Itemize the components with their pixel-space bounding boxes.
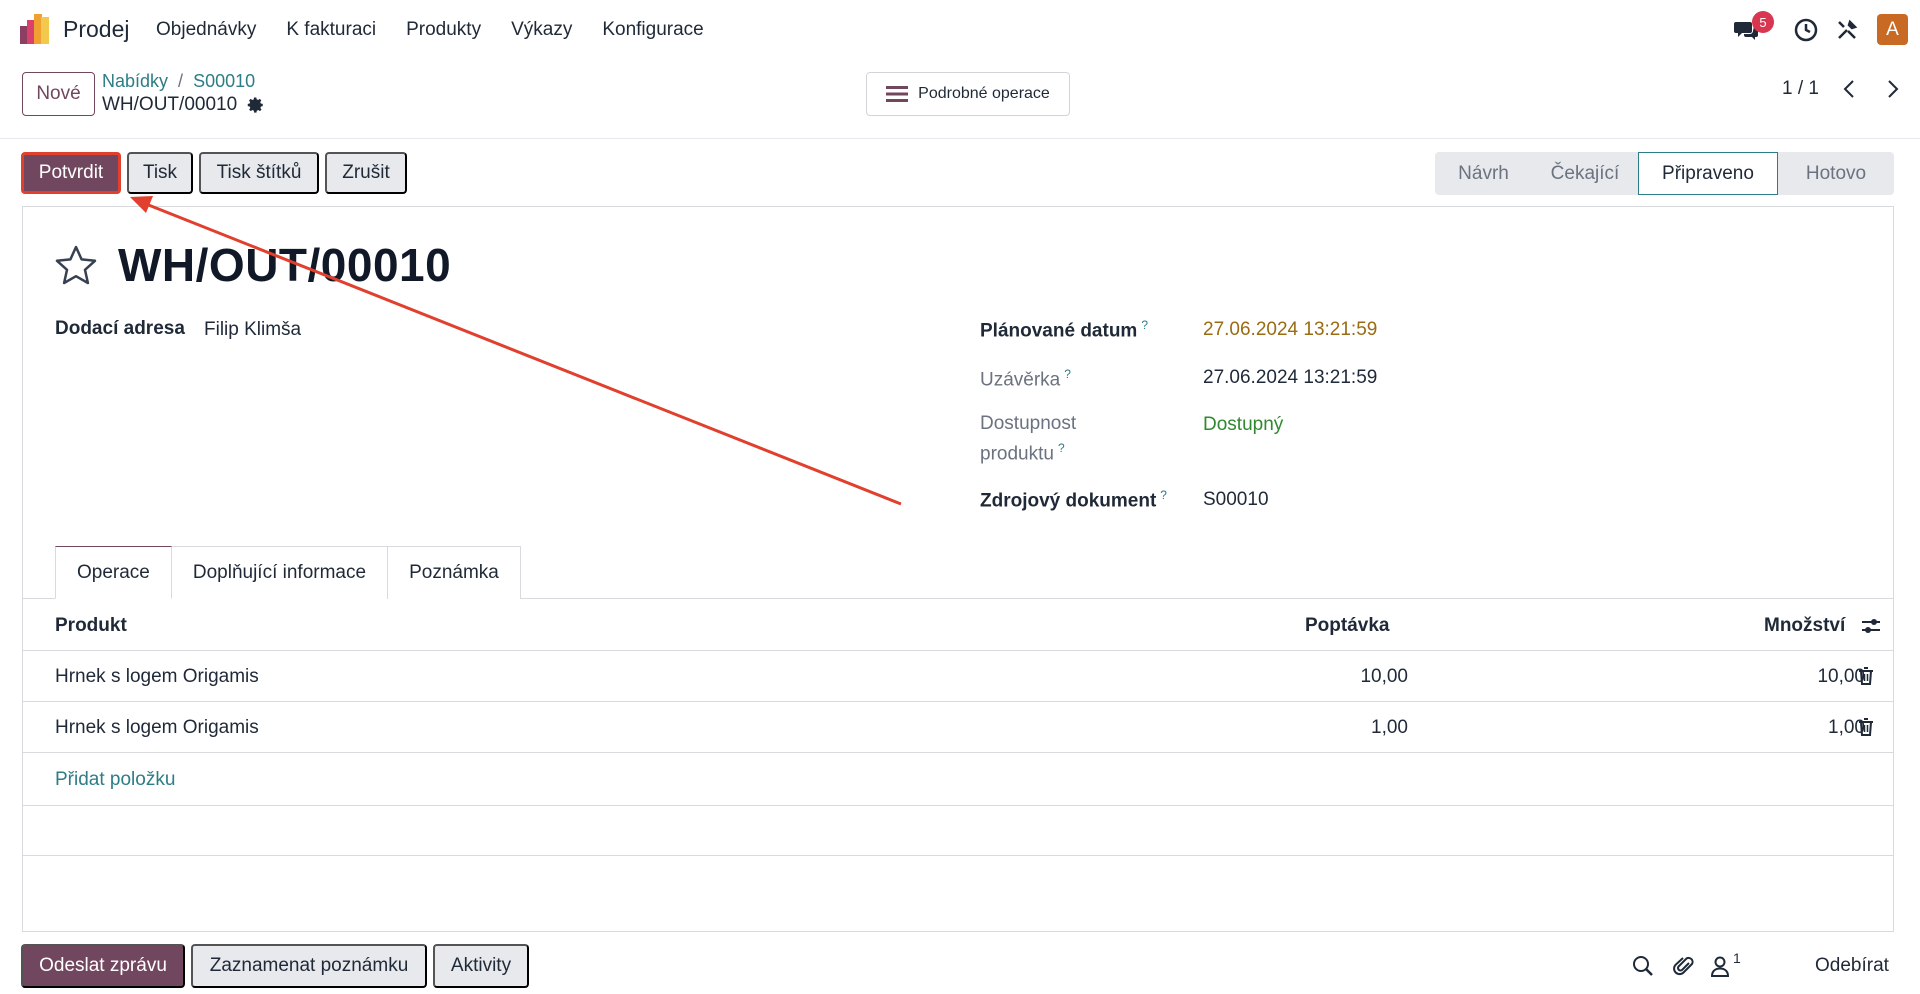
activities-button[interactable]: Aktivity bbox=[433, 944, 529, 988]
detailed-operations-button[interactable]: Podrobné operace bbox=[866, 72, 1070, 116]
optional-columns-icon[interactable] bbox=[1860, 615, 1882, 637]
column-quantity[interactable]: Množství bbox=[1764, 615, 1845, 637]
follow-button[interactable]: Odebírat bbox=[1815, 955, 1889, 977]
user-avatar[interactable]: A bbox=[1877, 14, 1908, 45]
new-button[interactable]: Nové bbox=[22, 72, 95, 116]
list-icon bbox=[886, 86, 909, 102]
breadcrumb-separator: / bbox=[178, 71, 184, 91]
print-button[interactable]: Tisk bbox=[127, 152, 193, 194]
column-demand[interactable]: Poptávka bbox=[1305, 615, 1389, 637]
menu-item-orders[interactable]: Objednávky bbox=[156, 19, 256, 41]
availability-label-line1: Dostupnost bbox=[980, 413, 1077, 434]
delivery-address-value[interactable]: Filip Klimša bbox=[204, 319, 301, 341]
tab-note[interactable]: Poznámka bbox=[387, 546, 521, 599]
source-document-value[interactable]: S00010 bbox=[1203, 489, 1269, 511]
tools-icon[interactable] bbox=[1834, 17, 1860, 43]
menu-item-reports[interactable]: Výkazy bbox=[511, 19, 572, 41]
confirm-button[interactable]: Potvrdit bbox=[21, 152, 121, 194]
empty-table-row bbox=[22, 805, 1894, 856]
notebook-tabs: Operace Doplňující informace Poznámka bbox=[55, 546, 521, 599]
print-labels-button[interactable]: Tisk štítků bbox=[199, 152, 319, 194]
scheduled-date-label-text: Plánované datum bbox=[980, 320, 1138, 342]
row-product[interactable]: Hrnek s logem Origamis bbox=[55, 666, 259, 688]
availability-label-line2: produktu? bbox=[980, 441, 1065, 465]
trash-icon[interactable] bbox=[1857, 666, 1875, 686]
app-name[interactable]: Prodej bbox=[63, 16, 129, 43]
row-demand[interactable]: 1,00 bbox=[1222, 717, 1408, 739]
delivery-address-label: Dodací adresa bbox=[55, 318, 185, 339]
availability-label-text: produktu bbox=[980, 443, 1054, 465]
menu-item-to-invoice[interactable]: K fakturaci bbox=[286, 19, 376, 41]
pager-value[interactable]: 1 / 1 bbox=[1782, 78, 1819, 100]
top-navbar: Prodej Objednávky K fakturaci Produkty V… bbox=[0, 0, 1920, 58]
deadline-label: Uzávěrka? bbox=[980, 367, 1071, 391]
log-note-button[interactable]: Zaznamenat poznámku bbox=[191, 944, 427, 988]
availability-value: Dostupný bbox=[1203, 414, 1284, 435]
row-product[interactable]: Hrnek s logem Origamis bbox=[55, 717, 259, 739]
clock-icon[interactable] bbox=[1793, 17, 1819, 43]
help-icon[interactable]: ? bbox=[1160, 488, 1167, 502]
source-document-label: Zdrojový dokument? bbox=[980, 488, 1167, 512]
stage-done[interactable]: Hotovo bbox=[1778, 152, 1894, 195]
messages-count-badge: 5 bbox=[1752, 11, 1774, 33]
pager-previous-icon[interactable] bbox=[1836, 76, 1862, 102]
column-product[interactable]: Produkt bbox=[55, 615, 127, 637]
scheduled-date-value[interactable]: 27.06.2024 13:21:59 bbox=[1203, 319, 1377, 341]
record-name-text: WH/OUT/00010 bbox=[102, 94, 238, 115]
pager-next-icon[interactable] bbox=[1880, 76, 1906, 102]
send-message-button[interactable]: Odeslat zprávu bbox=[21, 944, 185, 988]
breadcrumb-quotations[interactable]: Nabídky bbox=[102, 71, 168, 92]
row-quantity[interactable]: 1,00 bbox=[1662, 717, 1865, 739]
stage-draft[interactable]: Návrh bbox=[1435, 152, 1532, 195]
stage-waiting[interactable]: Čekající bbox=[1532, 152, 1638, 195]
row-quantity[interactable]: 10,00 bbox=[1662, 666, 1865, 688]
menu-item-products[interactable]: Produkty bbox=[406, 19, 481, 41]
add-line-link[interactable]: Přidat položku bbox=[55, 769, 175, 791]
row-demand[interactable]: 10,00 bbox=[1222, 666, 1408, 688]
deadline-label-text: Uzávěrka bbox=[980, 369, 1061, 391]
record-name: WH/OUT/00010 bbox=[102, 94, 265, 116]
help-icon[interactable]: ? bbox=[1058, 441, 1065, 455]
stage-ready[interactable]: Připraveno bbox=[1638, 152, 1778, 195]
status-bar: Návrh Čekající Připraveno Hotovo bbox=[1435, 152, 1894, 195]
source-document-label-text: Zdrojový dokument bbox=[980, 490, 1157, 512]
detailed-operations-label: Podrobné operace bbox=[918, 85, 1050, 102]
control-panel-divider bbox=[0, 138, 1920, 139]
search-icon[interactable] bbox=[1631, 954, 1655, 978]
deadline-value: 27.06.2024 13:21:59 bbox=[1203, 367, 1378, 388]
main-menu: Objednávky K fakturaci Produkty Výkazy K… bbox=[156, 19, 734, 41]
tab-additional-info[interactable]: Doplňující informace bbox=[170, 546, 389, 599]
table-row[interactable]: Hrnek s logem Origamis 1,00 1,00 bbox=[22, 702, 1894, 753]
breadcrumb: Nabídky / S00010 bbox=[102, 71, 255, 92]
help-icon[interactable]: ? bbox=[1064, 367, 1071, 381]
table-header: Produkt Poptávka Množství bbox=[22, 599, 1894, 651]
breadcrumb-sale-order[interactable]: S00010 bbox=[193, 71, 255, 92]
record-title: WH/OUT/00010 bbox=[118, 239, 452, 291]
table-row[interactable]: Hrnek s logem Origamis 10,00 10,00 bbox=[22, 651, 1894, 702]
followers-icon[interactable] bbox=[1708, 954, 1732, 978]
help-icon[interactable]: ? bbox=[1141, 318, 1148, 332]
app-logo-icon[interactable] bbox=[20, 14, 50, 44]
trash-icon[interactable] bbox=[1857, 717, 1875, 737]
tab-operations[interactable]: Operace bbox=[55, 546, 172, 599]
menu-item-configuration[interactable]: Konfigurace bbox=[602, 19, 703, 41]
star-icon[interactable] bbox=[54, 244, 98, 288]
cancel-button[interactable]: Zrušit bbox=[325, 152, 407, 194]
followers-count: 1 bbox=[1733, 950, 1741, 966]
gear-icon[interactable] bbox=[247, 96, 265, 114]
scheduled-date-label: Plánované datum? bbox=[980, 318, 1148, 342]
paperclip-icon[interactable] bbox=[1672, 954, 1696, 978]
